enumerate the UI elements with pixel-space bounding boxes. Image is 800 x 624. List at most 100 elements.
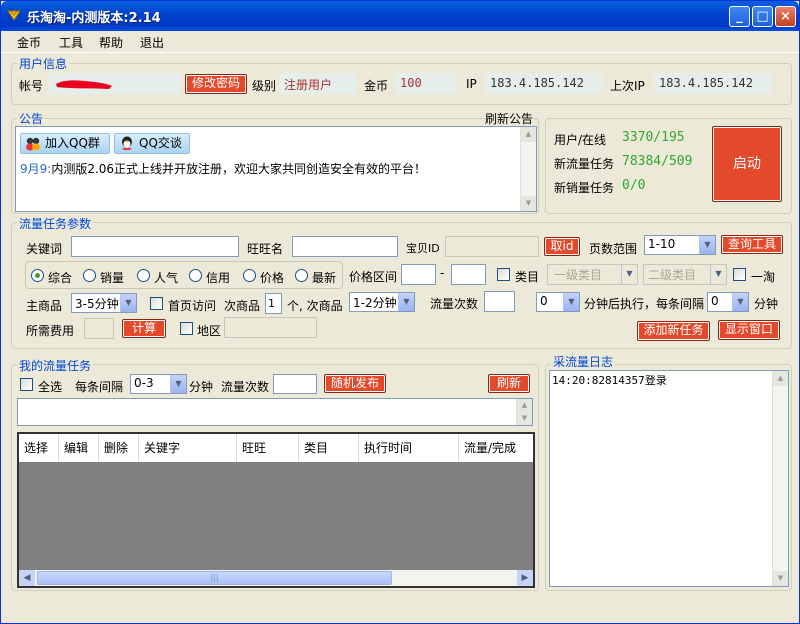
sub-item-select[interactable]: 1-2分钟 ▼	[349, 292, 415, 312]
menu-tools[interactable]: 工具	[59, 34, 83, 51]
traffic-count-input[interactable]	[484, 291, 515, 312]
column-exec-time[interactable]: 执行时间	[359, 434, 459, 462]
task-traffic-count-label: 流量次数	[221, 380, 270, 394]
log-title: 采流量日志	[551, 353, 616, 370]
join-qq-group-button[interactable]: 加入QQ群	[20, 133, 110, 154]
interval-select[interactable]: 0 ▼	[707, 292, 749, 312]
column-traffic-done[interactable]: 流量/完成	[459, 434, 533, 462]
user-info-title: 用户信息	[17, 55, 70, 72]
calc-button[interactable]: 计算	[122, 319, 166, 338]
scroll-left-icon[interactable]: ◀	[19, 570, 35, 586]
random-publish-button[interactable]: 随机发布	[324, 374, 386, 393]
last-ip-label: 上次IP	[610, 79, 645, 93]
chevron-down-icon: ▼	[710, 265, 726, 284]
sort-radio-comprehensive[interactable]	[31, 269, 44, 282]
log-scrollbar[interactable]: ▲ ▼	[772, 371, 788, 586]
menu-help[interactable]: 帮助	[99, 34, 123, 51]
column-delete[interactable]: 删除	[99, 434, 139, 462]
qq-chat-label: QQ交谈	[139, 136, 182, 150]
chevron-down-icon: ▼	[563, 293, 579, 311]
scroll-right-icon[interactable]: ▶	[517, 570, 533, 586]
menu-bar: 金币 工具 帮助 退出	[1, 31, 799, 53]
price-min-input[interactable]	[401, 264, 436, 285]
price-max-input[interactable]	[451, 264, 486, 285]
sort-radio-newest[interactable]	[295, 269, 308, 282]
sort-label-popularity: 人气	[154, 271, 179, 285]
column-wangwang[interactable]: 旺旺	[237, 434, 299, 462]
new-sales-label: 新销量任务	[554, 181, 615, 195]
category-checkbox[interactable]	[497, 268, 510, 281]
account-field	[49, 73, 181, 94]
select-all-checkbox[interactable]	[20, 378, 33, 391]
category1-select[interactable]: 一级类目 ▼	[547, 264, 638, 285]
ip-label: IP	[466, 77, 477, 91]
homepage-visit-label: 首页访问	[168, 299, 217, 313]
keyword-input[interactable]	[71, 236, 239, 257]
item-id-input[interactable]	[445, 236, 539, 257]
menu-coins[interactable]: 金币	[17, 34, 41, 51]
task-table: 选择 编辑 删除 关键字 旺旺 类目 执行时间 流量/完成 ◀ ||| ▶	[17, 432, 535, 588]
sub-item-count-input[interactable]: 1	[265, 293, 282, 314]
interval-value: 0	[711, 294, 719, 308]
homepage-visit-checkbox[interactable]	[150, 297, 163, 310]
refresh-tasks-button[interactable]: 刷新	[488, 374, 530, 393]
scroll-thumb[interactable]: |||	[37, 571, 392, 585]
title-bar[interactable]: 乐淘淘-内测版本:2.14 _ □ ×	[1, 1, 799, 31]
new-traffic-value: 78384/509	[622, 154, 693, 169]
column-select[interactable]: 选择	[19, 434, 59, 462]
new-traffic-label: 新流量任务	[554, 157, 615, 171]
minimize-button[interactable]: _	[729, 6, 750, 27]
task-interval-label: 每条间隔	[75, 380, 124, 394]
column-keyword[interactable]: 关键字	[139, 434, 237, 462]
price-range-label: 价格区间	[349, 270, 398, 284]
task-traffic-count-input[interactable]	[273, 374, 317, 394]
sub-item-unit: 个, 次商品	[287, 299, 343, 313]
task-text-scrollbar[interactable]: ▲ ▼	[516, 399, 532, 425]
sort-label-comprehensive: 综合	[48, 271, 73, 285]
users-online-value: 3370/195	[622, 130, 685, 145]
page-range-select[interactable]: 1-10 ▼	[644, 235, 716, 255]
chevron-down-icon: ▼	[398, 293, 414, 311]
my-tasks-title: 我的流量任务	[17, 357, 94, 374]
qq-chat-button[interactable]: QQ交谈	[114, 133, 190, 154]
yitao-checkbox[interactable]	[733, 268, 746, 281]
column-category[interactable]: 类目	[299, 434, 359, 462]
page-range-label: 页数范围	[589, 242, 638, 256]
sort-label-credit: 信用	[206, 271, 231, 285]
sort-radio-sales[interactable]	[83, 269, 96, 282]
region-checkbox[interactable]	[180, 322, 193, 335]
get-id-button[interactable]: 取id	[544, 237, 580, 256]
new-sales-value: 0/0	[622, 178, 646, 193]
show-window-button[interactable]: 显示窗口	[718, 320, 780, 340]
close-button[interactable]: ×	[775, 6, 796, 27]
main-item-select[interactable]: 3-5分钟 ▼	[71, 293, 137, 313]
task-interval-select[interactable]: 0-3 ▼	[130, 374, 187, 394]
query-tool-button[interactable]: 查询工具	[721, 235, 783, 254]
wangwang-input[interactable]	[292, 236, 398, 257]
qq-penguin-icon	[122, 136, 132, 150]
category2-select[interactable]: 二级类目 ▼	[643, 264, 727, 285]
task-table-hscrollbar[interactable]: ◀ ||| ▶	[19, 570, 533, 586]
delay-select[interactable]: 0 ▼	[536, 292, 580, 312]
region-field[interactable]	[224, 317, 317, 338]
item-id-label: 宝贝ID	[406, 242, 440, 255]
traffic-count-label: 流量次数	[430, 297, 479, 311]
region-label: 地区	[197, 324, 222, 338]
task-text-box[interactable]: ▲ ▼	[17, 398, 533, 426]
coins-label: 金币	[364, 79, 389, 93]
sort-radio-popularity[interactable]	[137, 269, 150, 282]
sort-radio-credit[interactable]	[189, 269, 202, 282]
start-button[interactable]: 启动	[712, 126, 782, 202]
cost-label: 所需费用	[26, 324, 75, 338]
announcement-scrollbar[interactable]: ▲ ▼	[520, 127, 536, 211]
sub-item-value: 1-2分钟	[353, 296, 397, 310]
sort-radio-price[interactable]	[243, 269, 256, 282]
add-task-button[interactable]: 添加新任务	[637, 321, 710, 341]
refresh-announcement-link[interactable]: 刷新公告	[485, 110, 534, 127]
chevron-down-icon: ▼	[732, 293, 748, 311]
chevron-down-icon: ▼	[170, 375, 186, 393]
menu-exit[interactable]: 退出	[140, 34, 164, 51]
maximize-button[interactable]: □	[752, 6, 773, 27]
change-password-button[interactable]: 修改密码	[185, 74, 247, 94]
column-edit[interactable]: 编辑	[59, 434, 99, 462]
